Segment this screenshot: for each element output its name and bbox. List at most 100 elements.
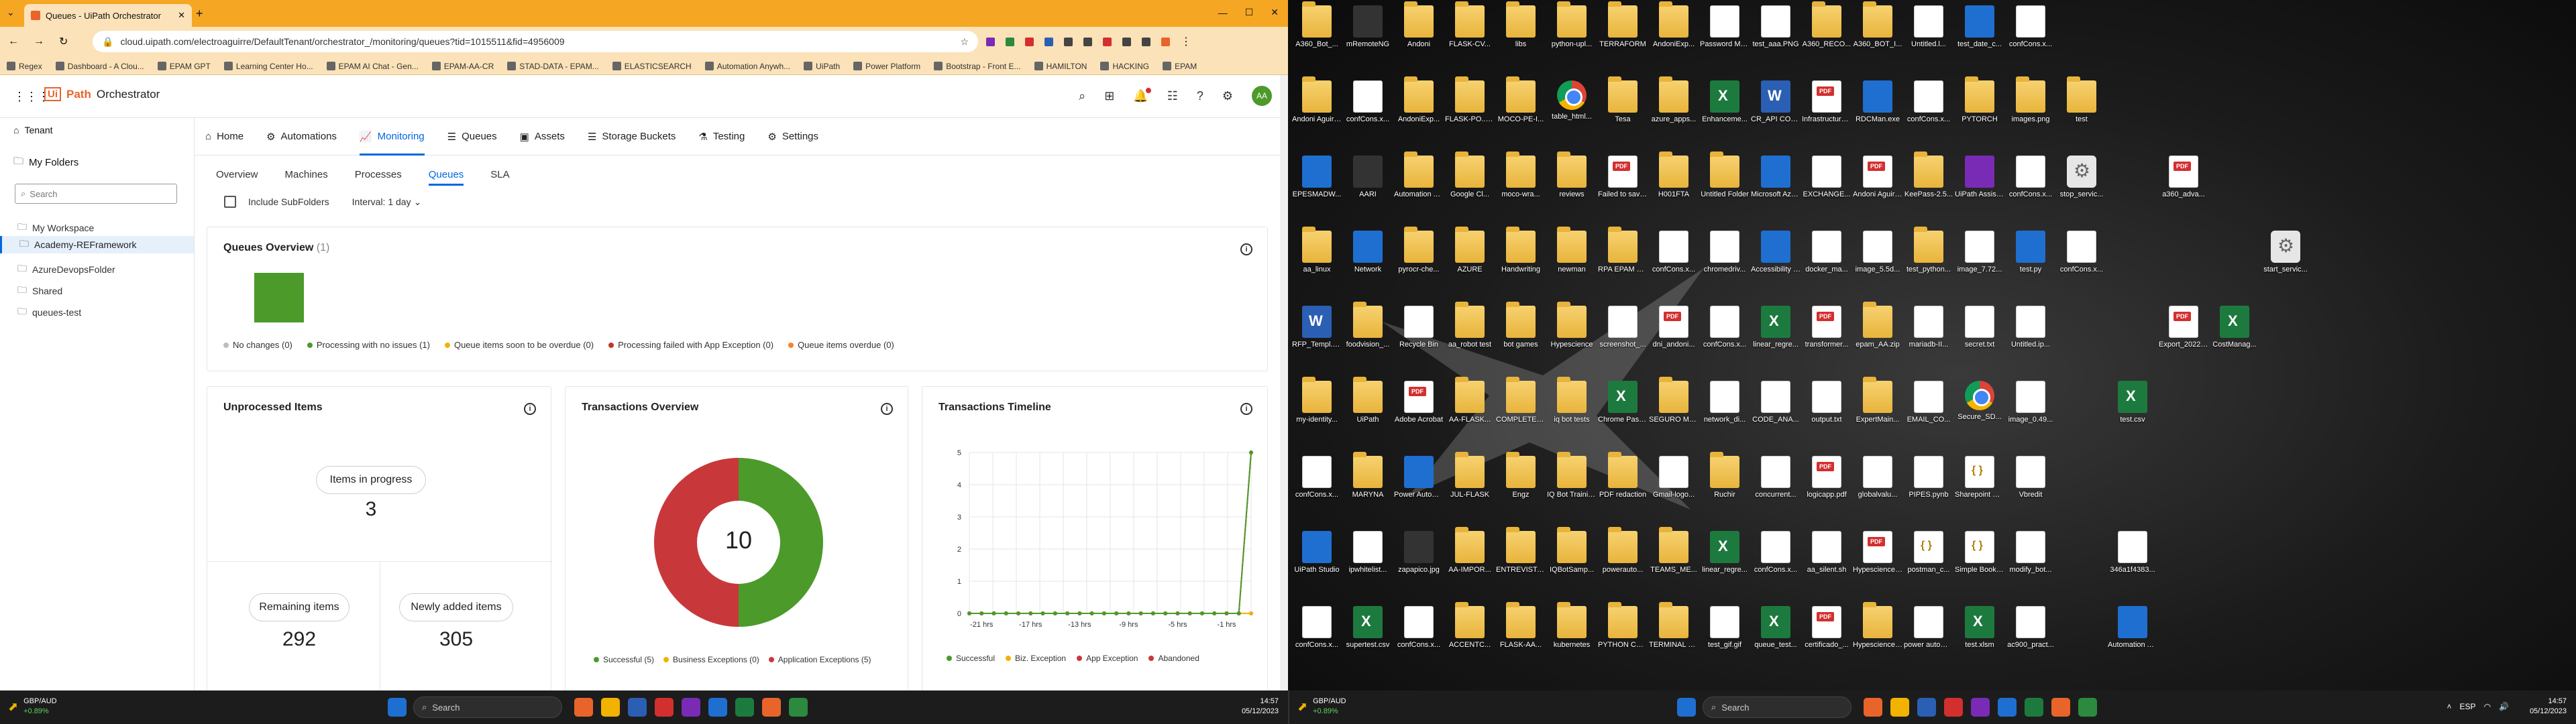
bookmark-item[interactable]: EPAM-AA-CR [431, 62, 494, 71]
bookmark-item[interactable]: HAMILTON [1034, 62, 1087, 71]
star-icon[interactable]: ☆ [960, 36, 969, 48]
desktop-icon[interactable]: foodvision_... [1343, 302, 1393, 362]
desktop-icon[interactable]: TERRAFORM [1598, 1, 1648, 62]
nav-settings[interactable]: ⚙ Settings [767, 118, 818, 156]
windows-start-icon[interactable] [1677, 698, 1696, 717]
data-point[interactable] [991, 611, 996, 615]
desktop-icon[interactable]: PDF redaction [1598, 452, 1648, 512]
desktop-icon[interactable]: PYTHON COREY ... [1598, 602, 1648, 662]
stock-widget[interactable]: ⬈ GBP/AUD +0.89% [1297, 697, 1346, 717]
desktop-icon[interactable]: EXCHANGE... [1802, 156, 1851, 212]
data-point[interactable] [1212, 611, 1217, 615]
desktop-icon[interactable]: PYTORCH [1955, 76, 2004, 137]
desktop-icon[interactable]: aa_robot test [1445, 302, 1495, 362]
data-point[interactable] [1199, 611, 1204, 615]
desktop-icon[interactable]: test_aaa.PNG [1751, 5, 1801, 62]
app-icon[interactable] [682, 698, 700, 717]
data-point[interactable] [1126, 611, 1131, 615]
extension-icon[interactable] [1142, 37, 1150, 46]
desktop-icon[interactable]: confCons.x... [1904, 80, 1953, 137]
desktop-icon[interactable]: Network [1343, 231, 1393, 287]
stock-widget[interactable]: ⬈ GBP/AUD +0.89% [8, 697, 57, 717]
language-indicator[interactable]: ESP [2460, 702, 2476, 711]
desktop-icon[interactable]: Untitled.l... [1904, 5, 1953, 62]
app-icon[interactable] [574, 698, 593, 717]
back-arrow-icon[interactable]: ← [8, 36, 19, 48]
nav-queues[interactable]: ☰ Queues [447, 118, 497, 156]
data-point[interactable] [979, 611, 984, 615]
data-point[interactable] [1040, 611, 1045, 615]
desktop-icon[interactable]: output.txt [1802, 381, 1851, 437]
desktop-icon[interactable]: linear_regre... [1700, 531, 1750, 587]
extension-icon[interactable] [986, 37, 995, 46]
desktop-icon[interactable]: Engz [1496, 452, 1546, 512]
desktop-icon[interactable]: zapapico.jpg [1394, 531, 1444, 587]
bookmark-item[interactable]: UiPath [804, 62, 840, 71]
avatar[interactable]: AA [1252, 86, 1272, 106]
taskbar-search[interactable]: ⌕ Search [1703, 697, 1851, 718]
tab-machines[interactable]: Machines [285, 164, 328, 186]
extension-icon[interactable] [1064, 37, 1073, 46]
desktop-icon[interactable]: Adobe Acrobat [1394, 381, 1444, 437]
desktop-icon[interactable]: docker_ma... [1802, 231, 1851, 287]
volume-icon[interactable]: 🔊 [2499, 702, 2509, 711]
desktop-icon[interactable]: libs [1496, 1, 1546, 62]
extension-icon[interactable] [1044, 37, 1053, 46]
app-icon[interactable] [735, 698, 754, 717]
items-in-progress-pill[interactable]: Items in progress [316, 466, 426, 494]
data-point[interactable] [1236, 611, 1241, 615]
desktop-icon[interactable]: Recycle Bin [1394, 306, 1444, 362]
help-icon[interactable]: ? [1197, 89, 1203, 103]
desktop-icon[interactable]: mRemoteNG [1343, 5, 1393, 62]
app-icon[interactable] [1864, 698, 1882, 717]
desktop-icon[interactable]: Handwriting [1496, 227, 1546, 287]
desktop-icon[interactable]: test [2057, 76, 2106, 137]
info-icon[interactable]: i [1240, 243, 1252, 255]
desktop-icon[interactable]: test_date_c... [1955, 5, 2004, 62]
desktop-icon[interactable]: postman_c... [1904, 531, 1953, 587]
app-icon[interactable] [2078, 698, 2097, 717]
desktop-icon[interactable]: Andoni [1394, 1, 1444, 62]
tab-sla[interactable]: SLA [490, 164, 509, 186]
desktop-icon[interactable]: start_servic... [2261, 231, 2310, 287]
desktop-icon[interactable]: confCons.x... [1700, 306, 1750, 362]
data-point[interactable] [1249, 450, 1253, 455]
data-point[interactable] [1187, 611, 1192, 615]
app-icon[interactable] [1917, 698, 1936, 717]
desktop-icon[interactable]: Google Cl... [1445, 152, 1495, 212]
nav-testing[interactable]: ⚗ Testing [698, 118, 745, 156]
desktop-icon[interactable]: confCons.x... [2006, 5, 2055, 62]
app-icon[interactable] [708, 698, 727, 717]
desktop-icon[interactable]: confCons.x... [1649, 231, 1699, 287]
new-tab-button[interactable]: + [196, 7, 203, 21]
desktop-icon[interactable]: confCons.x... [2006, 156, 2055, 212]
extension-icon[interactable] [1025, 37, 1034, 46]
bookmark-item[interactable]: HACKING [1100, 62, 1149, 71]
data-point[interactable] [1089, 611, 1094, 615]
data-point[interactable] [1163, 611, 1168, 615]
desktop-icon[interactable]: transformer... [1802, 306, 1851, 362]
data-point[interactable] [1004, 611, 1008, 615]
app-icon[interactable] [2025, 698, 2043, 717]
desktop-icon[interactable]: UiPath Assistant [1955, 156, 2004, 212]
extension-icon[interactable] [1083, 37, 1092, 46]
desktop-icon[interactable]: image_5.5d... [1853, 231, 1902, 287]
taskbar-search[interactable]: ⌕ Search [413, 697, 562, 718]
desktop-icon[interactable]: KeePass-2.5... [1904, 152, 1953, 212]
remaining-items-pill[interactable]: Remaining items [249, 593, 350, 621]
maximize-icon[interactable]: ☐ [1245, 7, 1254, 18]
data-point[interactable] [967, 611, 971, 615]
desktop-icon[interactable]: bot games [1496, 302, 1546, 362]
windows-start-icon[interactable] [388, 698, 407, 717]
desktop-icon[interactable]: Tesa [1598, 76, 1648, 137]
desktop-icon[interactable]: dni_andoni... [1649, 306, 1699, 362]
data-point[interactable] [1175, 611, 1180, 615]
desktop-icon[interactable]: COMPLETE DATASET [1496, 377, 1546, 437]
extension-icon[interactable] [1006, 37, 1014, 46]
nav-assets[interactable]: ▣ Assets [520, 118, 565, 156]
forward-arrow-icon[interactable]: → [34, 36, 44, 48]
data-point[interactable] [1016, 611, 1021, 615]
desktop-icon[interactable]: test_python... [1904, 227, 1953, 287]
desktop-icon[interactable]: queue_test... [1751, 606, 1801, 662]
file-explorer-icon[interactable] [1890, 698, 1909, 717]
